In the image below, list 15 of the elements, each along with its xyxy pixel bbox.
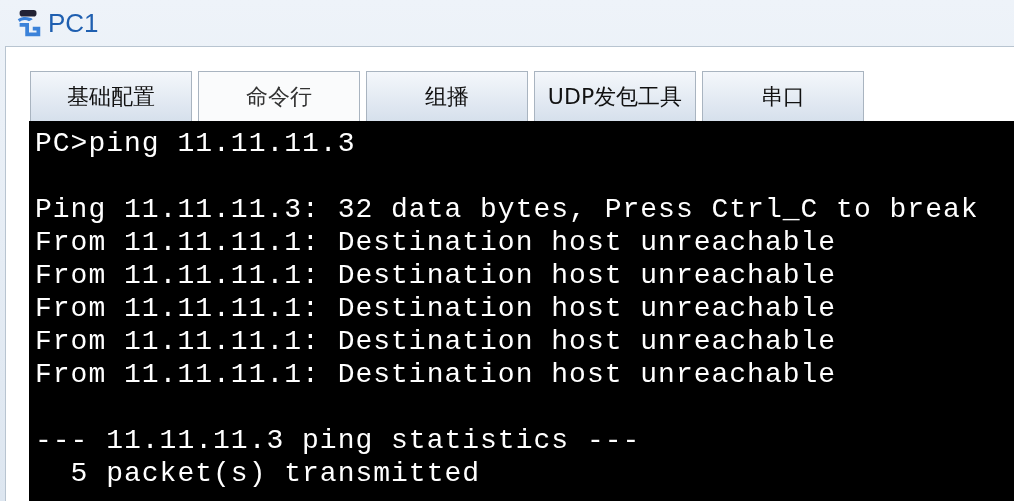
terminal-line: From 11.11.11.1: Destination host unreachable <box>35 358 838 391</box>
terminal-line: 5 packet(s) transmitted <box>69 457 482 490</box>
terminal-line: From 11.11.11.1: Destination host unreachable <box>35 259 838 292</box>
tab[interactable]: UDP发包工具 <box>534 71 696 121</box>
terminal-line: PC>ping 11.11.11.3 <box>35 127 357 160</box>
terminal-line: From 11.11.11.1: Destination host unreachable <box>35 325 838 358</box>
window-title: PC1 <box>48 7 99 39</box>
terminal-line: Ping 11.11.11.3: 32 data bytes, Press Ctrl_C to break <box>35 193 980 226</box>
terminal-line: From 11.11.11.1: Destination host unreachable <box>35 226 838 259</box>
tab[interactable]: 命令行 <box>198 71 360 121</box>
tab[interactable]: 组播 <box>366 71 528 121</box>
tab[interactable]: 基础配置 <box>30 71 192 121</box>
tab[interactable]: 串口 <box>702 71 864 121</box>
terminal-line: --- 11.11.11.3 ping statistics --- <box>35 424 642 457</box>
terminal-line: From 11.11.11.1: Destination host unreachable <box>35 292 838 325</box>
